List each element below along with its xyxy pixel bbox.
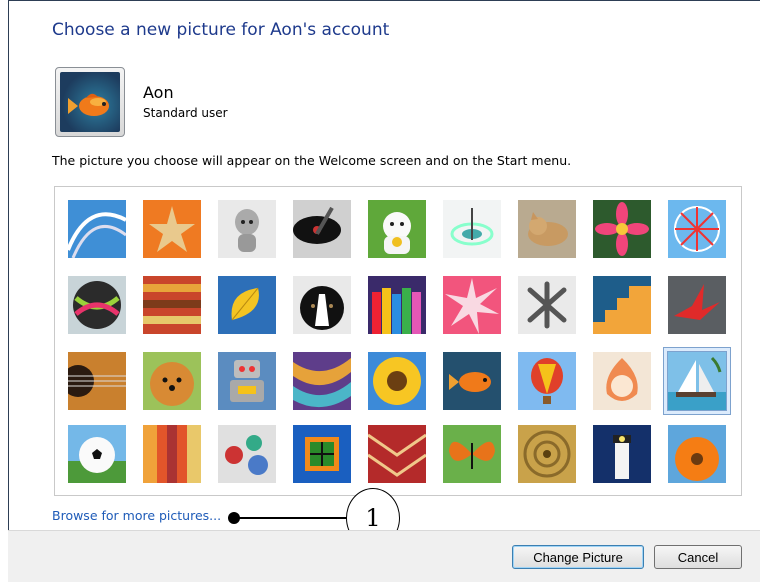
butterfly-picture[interactable] — [443, 425, 501, 483]
description: The picture you choose will appear on th… — [52, 153, 572, 168]
change-picture-button[interactable]: Change Picture — [512, 545, 644, 569]
page-title: Choose a new picture for Aon's account — [52, 20, 390, 40]
flower-picture[interactable] — [593, 200, 651, 258]
spinning-top-picture[interactable] — [443, 200, 501, 258]
sailboat-picture[interactable] — [667, 351, 727, 411]
lighthouse-picture[interactable] — [593, 425, 651, 483]
stairs-picture[interactable] — [593, 276, 651, 334]
cancel-button[interactable]: Cancel — [654, 545, 742, 569]
kitten-picture[interactable] — [518, 200, 576, 258]
fish-icon — [60, 72, 120, 132]
basket-picture[interactable] — [518, 425, 576, 483]
user-name: Aon — [143, 83, 174, 102]
tapestry-picture[interactable] — [368, 425, 426, 483]
sunflower-picture[interactable] — [368, 352, 426, 410]
lucky-cat-picture[interactable] — [368, 200, 426, 258]
fabric-picture[interactable] — [143, 276, 201, 334]
scarves-picture[interactable] — [293, 352, 351, 410]
dialog-footer — [8, 531, 760, 582]
toy-robot-picture[interactable] — [218, 352, 276, 410]
doll-picture[interactable] — [593, 352, 651, 410]
robot-dog-picture[interactable] — [218, 200, 276, 258]
fish-picture[interactable] — [443, 352, 501, 410]
hot-air-balloon-picture[interactable] — [518, 352, 576, 410]
star-picture[interactable] — [443, 276, 501, 334]
gerbera-picture[interactable] — [668, 425, 726, 483]
avatar — [55, 67, 125, 137]
jacks-picture[interactable] — [518, 276, 576, 334]
dog-picture[interactable] — [293, 276, 351, 334]
guitar-picture[interactable] — [68, 352, 126, 410]
textile-picture[interactable] — [143, 425, 201, 483]
origami-crane-picture[interactable] — [668, 276, 726, 334]
user-role: Standard user — [143, 106, 228, 120]
turntable-picture[interactable] — [293, 200, 351, 258]
leaf-picture[interactable] — [218, 276, 276, 334]
marbles-picture[interactable] — [218, 425, 276, 483]
window-picture[interactable] — [293, 425, 351, 483]
ball-picture[interactable] — [68, 276, 126, 334]
picture-gallery — [54, 186, 742, 496]
roller-coaster-picture[interactable] — [68, 200, 126, 258]
callout-line — [236, 517, 348, 519]
ferris-wheel-picture[interactable] — [668, 200, 726, 258]
starfish-picture[interactable] — [143, 200, 201, 258]
pomeranian-picture[interactable] — [143, 352, 201, 410]
soccer-ball-picture[interactable] — [68, 425, 126, 483]
crayons-picture[interactable] — [368, 276, 426, 334]
browse-more-pictures-link[interactable]: Browse for more pictures... — [52, 508, 221, 523]
